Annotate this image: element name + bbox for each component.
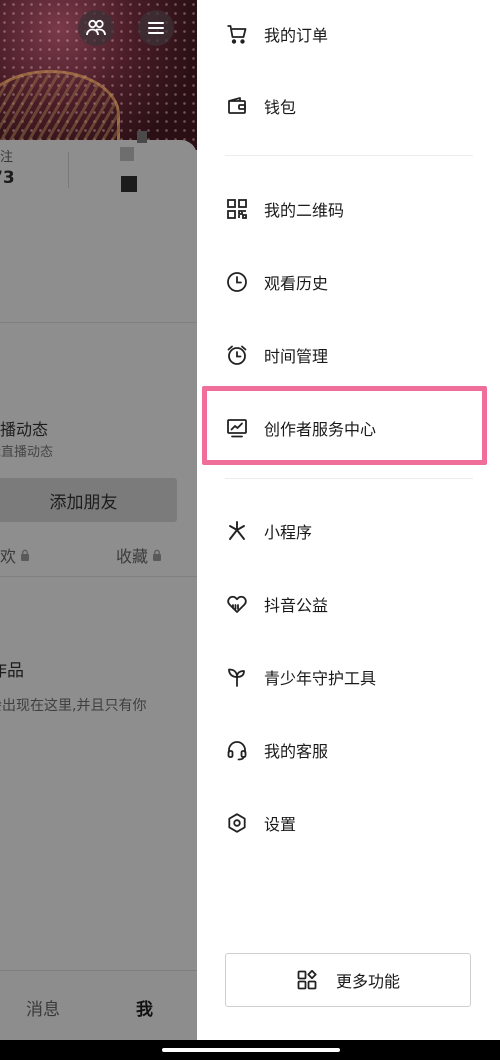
clock-icon [227, 272, 247, 292]
highlight-box [202, 386, 487, 465]
works-title: 作品 [0, 661, 24, 681]
cart-icon [227, 25, 247, 44]
home-indicator[interactable] [162, 1048, 340, 1052]
menu-button[interactable] [138, 10, 174, 46]
nav-me[interactable]: 我 [136, 995, 153, 1020]
follow-count[interactable]: 73 [0, 168, 15, 188]
drawer-item-label: 观看历史 [264, 274, 329, 293]
drawer-item-mini-programs[interactable]: 小程序 [225, 511, 312, 551]
sprout-icon [228, 668, 245, 687]
more-features-button[interactable]: 更多功能 [225, 953, 471, 1007]
censor-pixel [121, 176, 137, 192]
headset-icon [227, 741, 247, 761]
drawer-item-label: 我的客服 [264, 742, 329, 761]
drawer-divider [225, 478, 473, 479]
drawer-item-label: 我的二维码 [264, 201, 345, 220]
qr-code-icon [227, 199, 247, 219]
drawer-divider [225, 155, 473, 156]
menu-icon [148, 22, 164, 34]
tab-favorites-label: 收藏 [116, 547, 149, 566]
nav-messages[interactable]: 消息 [26, 995, 60, 1020]
tab-likes-label: 喜欢 [0, 547, 17, 566]
drawer-item-label: 小程序 [264, 523, 313, 542]
mini-program-icon [229, 521, 245, 540]
stat-divider [68, 152, 69, 188]
drawer-item-label: 青少年守护工具 [264, 669, 377, 688]
divider [0, 576, 197, 577]
lock-icon [153, 549, 162, 561]
drawer-item-customer-service[interactable]: 我的客服 [225, 730, 328, 770]
settings-hexagon-icon [228, 813, 246, 833]
bottom-nav: 消息 我 [0, 970, 197, 1042]
charity-heart-icon [227, 595, 247, 613]
drawer-item-label: 设置 [264, 815, 297, 834]
friends-icon [86, 19, 106, 36]
drawer-item-qr-code[interactable]: 我的二维码 [225, 189, 344, 229]
drawer-item-label: 钱包 [264, 98, 297, 117]
live-dynamics-title[interactable]: 直播动态 [0, 416, 48, 440]
drawer-item-label: 抖音公益 [264, 596, 329, 615]
friends-button[interactable] [78, 10, 114, 46]
drawer-item-label: 时间管理 [264, 347, 329, 366]
alarm-clock-icon [227, 345, 247, 365]
censor-pixel [120, 147, 134, 161]
works-empty-hint: 你的作品会出现在这里,并且只有你 [0, 698, 147, 714]
profile-card [0, 140, 197, 1060]
drawer-item-wallet[interactable]: 钱包 [225, 86, 296, 126]
drawer-item-label: 我的订单 [264, 26, 329, 45]
profile-banner-image [0, 0, 197, 160]
drawer-item-charity[interactable]: 抖音公益 [225, 584, 328, 624]
drawer-item-time-management[interactable]: 时间管理 [225, 335, 328, 375]
tab-favorites[interactable]: 收藏 [116, 543, 162, 567]
more-features-label: 更多功能 [335, 972, 400, 991]
add-friend-button[interactable]: 添加朋友 [0, 478, 177, 522]
profile-page-dimmed[interactable]: 关注 73 直播动态 编辑直播动态 添加朋友 喜欢 收藏 作品 你的作品会出现在… [0, 0, 197, 1060]
drawer-item-youth-guard[interactable]: 青少年守护工具 [225, 657, 376, 697]
follow-label: 关注 [0, 150, 14, 165]
drawer-item-watch-history[interactable]: 观看历史 [225, 262, 328, 302]
wallet-icon [228, 97, 246, 114]
lock-icon [21, 549, 30, 561]
side-drawer: 我的订单 钱包 我的二维码 观看历史 时间管理 创作者服务中心 小程序 抖音公益… [197, 0, 500, 1060]
grid-apps-icon [297, 969, 317, 990]
drawer-item-settings[interactable]: 设置 [225, 803, 296, 843]
divider [0, 322, 197, 323]
tab-likes[interactable]: 喜欢 [0, 543, 30, 567]
add-friend-label: 添加朋友 [49, 492, 118, 513]
censor-pixel [137, 131, 147, 143]
live-dynamics-subtitle: 编辑直播动态 [0, 445, 54, 460]
drawer-item-orders[interactable]: 我的订单 [225, 14, 328, 54]
